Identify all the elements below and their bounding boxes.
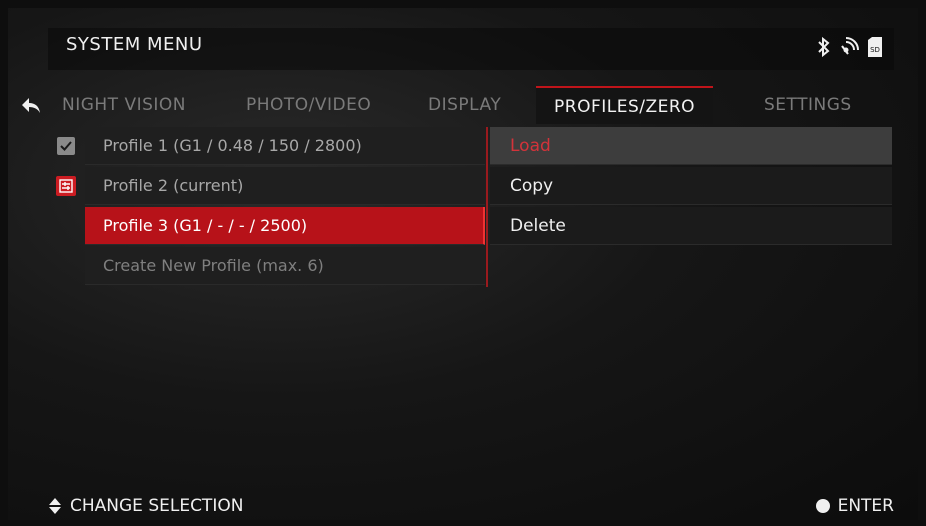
footer-hints: CHANGE SELECTION ENTER: [48, 496, 894, 526]
page-title: SYSTEM MENU: [66, 34, 203, 55]
profile-row-3[interactable]: Profile 3 (G1 / - / - / 2500): [48, 207, 488, 245]
svg-text:SD: SD: [870, 46, 880, 54]
tab-display[interactable]: DISPLAY: [428, 86, 501, 124]
enter-label: ENTER: [837, 496, 894, 516]
profile-marker: [48, 167, 84, 205]
sd-card-icon: SD: [868, 37, 882, 57]
tab-bar: NIGHT VISION PHOTO/VIDEO DISPLAY PROFILE…: [8, 86, 918, 124]
profile-row-1[interactable]: Profile 1 (G1 / 0.48 / 150 / 2800): [48, 127, 488, 165]
tab-photo-video[interactable]: PHOTO/VIDEO: [246, 86, 371, 124]
bluetooth-icon: [818, 36, 830, 58]
tab-night-vision[interactable]: NIGHT VISION: [62, 86, 186, 124]
up-down-arrows-icon: [49, 498, 61, 514]
load-button[interactable]: Load: [490, 127, 892, 165]
change-selection-label: CHANGE SELECTION: [70, 496, 244, 516]
change-selection-hint: CHANGE SELECTION: [48, 496, 243, 516]
profile-marker: [48, 127, 84, 165]
profile-label: Create New Profile (max. 6): [85, 247, 485, 285]
wifi-icon: [841, 37, 859, 55]
profile-marker: [48, 207, 84, 245]
profile-label: Profile 2 (current): [85, 167, 485, 205]
enter-hint: ENTER: [815, 496, 894, 516]
current-profile-icon: [56, 176, 76, 196]
create-new-profile[interactable]: Create New Profile (max. 6): [48, 247, 488, 285]
profile-row-2[interactable]: Profile 2 (current): [48, 167, 488, 205]
status-icons: SD: [816, 36, 886, 60]
profile-label: Profile 1 (G1 / 0.48 / 150 / 2800): [85, 127, 485, 165]
tab-settings[interactable]: SETTINGS: [764, 86, 852, 124]
back-arrow-icon[interactable]: [20, 94, 42, 116]
menu-divider: [486, 127, 488, 287]
tab-profiles-zero[interactable]: PROFILES/ZERO: [536, 86, 714, 124]
enter-dot-icon: [815, 499, 830, 513]
checkbox-icon[interactable]: [57, 137, 75, 155]
profile-label: Profile 3 (G1 / - / - / 2500): [85, 207, 485, 245]
profile-marker: [48, 247, 84, 285]
copy-button[interactable]: Copy: [490, 167, 892, 205]
delete-button[interactable]: Delete: [490, 207, 892, 245]
